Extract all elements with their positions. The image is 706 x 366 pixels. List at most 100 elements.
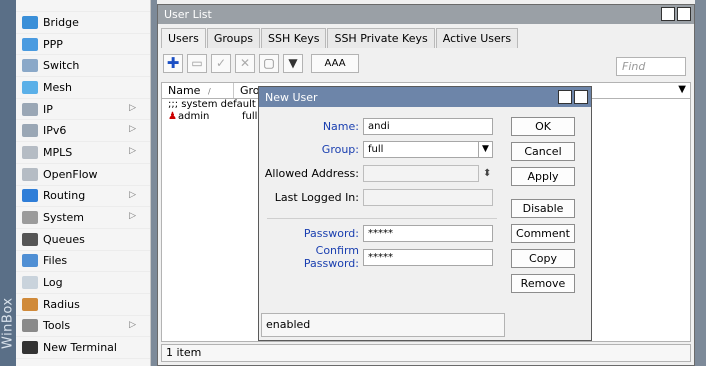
- close-icon[interactable]: ✕: [574, 90, 588, 104]
- dialog-titlebar[interactable]: New User □ ✕: [259, 87, 591, 107]
- sidebar-item-label: Radius: [43, 297, 80, 311]
- user-list-titlebar[interactable]: User List □ ✕: [158, 5, 694, 24]
- tab-groups[interactable]: Groups: [206, 28, 261, 48]
- copy-button[interactable]: Copy: [511, 249, 575, 268]
- winbox-brand-strip: WinBox: [0, 0, 16, 366]
- routing-icon: [22, 189, 38, 203]
- mpls-icon: [22, 145, 38, 159]
- submenu-arrow-icon: ▷: [129, 189, 136, 200]
- allowed-address-label: Allowed Address:: [264, 166, 359, 180]
- sidebar-item-openflow[interactable]: OpenFlow: [16, 164, 150, 186]
- sidebar-item-switch[interactable]: Switch: [16, 55, 150, 78]
- status-bar: 1 item: [161, 344, 691, 362]
- row-name: admin: [178, 111, 210, 122]
- sidebar-item-label: Files: [43, 254, 68, 268]
- dropdown-icon[interactable]: ▼: [478, 141, 492, 157]
- gear-icon: [22, 211, 38, 225]
- confirm-password-input[interactable]: *****: [363, 248, 493, 266]
- sidebar-item-queues[interactable]: Queues: [16, 229, 150, 251]
- sidebar-item-label: Switch: [43, 59, 80, 73]
- user-list-tabs: Users Groups SSH Keys SSH Private Keys A…: [158, 28, 694, 48]
- comment-button[interactable]: Comment: [511, 224, 575, 243]
- maximize-icon[interactable]: □: [558, 90, 572, 104]
- column-dropdown-icon[interactable]: ▼: [678, 84, 686, 95]
- row-group: full: [242, 111, 258, 122]
- password-input[interactable]: *****: [363, 224, 493, 242]
- filter-icon[interactable]: ▼: [283, 53, 303, 73]
- radius-icon: [22, 297, 38, 311]
- enable-icon[interactable]: ✓: [211, 53, 231, 73]
- sidebar-item-label: New Terminal: [43, 341, 117, 355]
- window-title: User List: [164, 8, 212, 21]
- dialog-status: enabled: [261, 313, 505, 337]
- sidebar-item-label: IPv6: [43, 124, 67, 138]
- sidebar-item-label: Mesh: [43, 80, 72, 94]
- sidebar-item-tools[interactable]: Tools ▷: [16, 316, 150, 338]
- submenu-arrow-icon: ▷: [129, 102, 136, 113]
- ok-button[interactable]: OK: [511, 117, 575, 136]
- ipv6-icon: [22, 124, 38, 138]
- sidebar-item-label: System: [43, 211, 85, 225]
- group-select[interactable]: full ▼: [363, 140, 493, 158]
- comment-icon[interactable]: ▢: [259, 53, 279, 73]
- sidebar-item-ip[interactable]: IP ▷: [16, 99, 150, 121]
- add-icon[interactable]: ✚: [163, 53, 183, 73]
- submenu-arrow-icon: ▷: [129, 146, 136, 157]
- maximize-icon[interactable]: □: [661, 7, 675, 21]
- confirm-password-row: Confirm Password: *****: [263, 244, 493, 270]
- sidebar-item-system[interactable]: System ▷: [16, 207, 150, 229]
- confirm-password-label: Confirm Password:: [303, 244, 359, 270]
- apply-button[interactable]: Apply: [511, 167, 575, 186]
- tab-ssh-private-keys[interactable]: SSH Private Keys: [327, 28, 435, 48]
- sidebar-item-label: Queues: [43, 232, 85, 246]
- column-name[interactable]: Name /: [162, 83, 234, 98]
- folder-icon: [22, 254, 38, 268]
- last-logged-in-row: Last Logged In:: [263, 188, 493, 206]
- sidebar-item-mpls[interactable]: MPLS ▷: [16, 142, 150, 164]
- group-label: Group:: [321, 142, 359, 156]
- sidebar-item-log[interactable]: Log: [16, 272, 150, 294]
- group-value: full: [368, 143, 384, 155]
- sidebar-item-label: Bridge: [43, 15, 79, 29]
- switch-icon: [22, 59, 38, 73]
- password-row: Password: *****: [263, 224, 493, 242]
- aaa-button[interactable]: AAA: [311, 53, 359, 73]
- sidebar-item-routing[interactable]: Routing ▷: [16, 186, 150, 208]
- name-input[interactable]: andi: [363, 117, 493, 135]
- close-icon[interactable]: ✕: [677, 7, 691, 21]
- new-user-dialog: New User □ ✕ Name: andi Group: full ▼ Al…: [258, 86, 592, 341]
- submenu-arrow-icon: ▷: [129, 319, 136, 330]
- cancel-button[interactable]: Cancel: [511, 142, 575, 161]
- tab-ssh-keys[interactable]: SSH Keys: [261, 28, 327, 48]
- log-icon: [22, 276, 38, 290]
- find-input[interactable]: Find: [616, 57, 686, 76]
- remove-button[interactable]: Remove: [511, 274, 575, 293]
- tab-active-users[interactable]: Active Users: [435, 28, 519, 48]
- sidebar-item-label: OpenFlow: [43, 167, 98, 181]
- disable-button[interactable]: Disable: [511, 199, 575, 218]
- sidebar-item-mesh[interactable]: Mesh: [16, 77, 150, 99]
- sidebar: Bridge PPP Switch Mesh IP ▷ IPv6 ▷ MPLS ▷ OpenFlow…: [16, 0, 151, 366]
- sidebar-item-files[interactable]: Files: [16, 251, 150, 273]
- sort-icon: /: [207, 87, 211, 96]
- sidebar-item-label: Routing: [43, 189, 86, 203]
- tab-users[interactable]: Users: [161, 28, 206, 48]
- last-logged-in-label: Last Logged In:: [274, 190, 359, 204]
- dialog-title: New User: [265, 90, 318, 104]
- sidebar-item-radius[interactable]: Radius: [16, 294, 150, 316]
- mesh-icon: [22, 80, 38, 94]
- ppp-icon: [22, 37, 38, 51]
- name-row: Name: andi: [263, 117, 493, 135]
- password-label: Password:: [303, 226, 359, 240]
- last-logged-in-value: [363, 188, 493, 206]
- sidebar-item-new-terminal[interactable]: New Terminal: [16, 337, 150, 359]
- allowed-address-input[interactable]: [363, 164, 479, 182]
- remove-icon[interactable]: ▭: [187, 53, 207, 73]
- updown-icon[interactable]: ⬍: [483, 168, 491, 179]
- group-row: Group: full ▼: [263, 140, 493, 158]
- sidebar-item-ipv6[interactable]: IPv6 ▷: [16, 120, 150, 143]
- queues-icon: [22, 232, 38, 246]
- sidebar-item-bridge[interactable]: Bridge: [16, 12, 150, 34]
- sidebar-item-ppp[interactable]: PPP: [16, 34, 150, 56]
- disable-icon[interactable]: ✕: [235, 53, 255, 73]
